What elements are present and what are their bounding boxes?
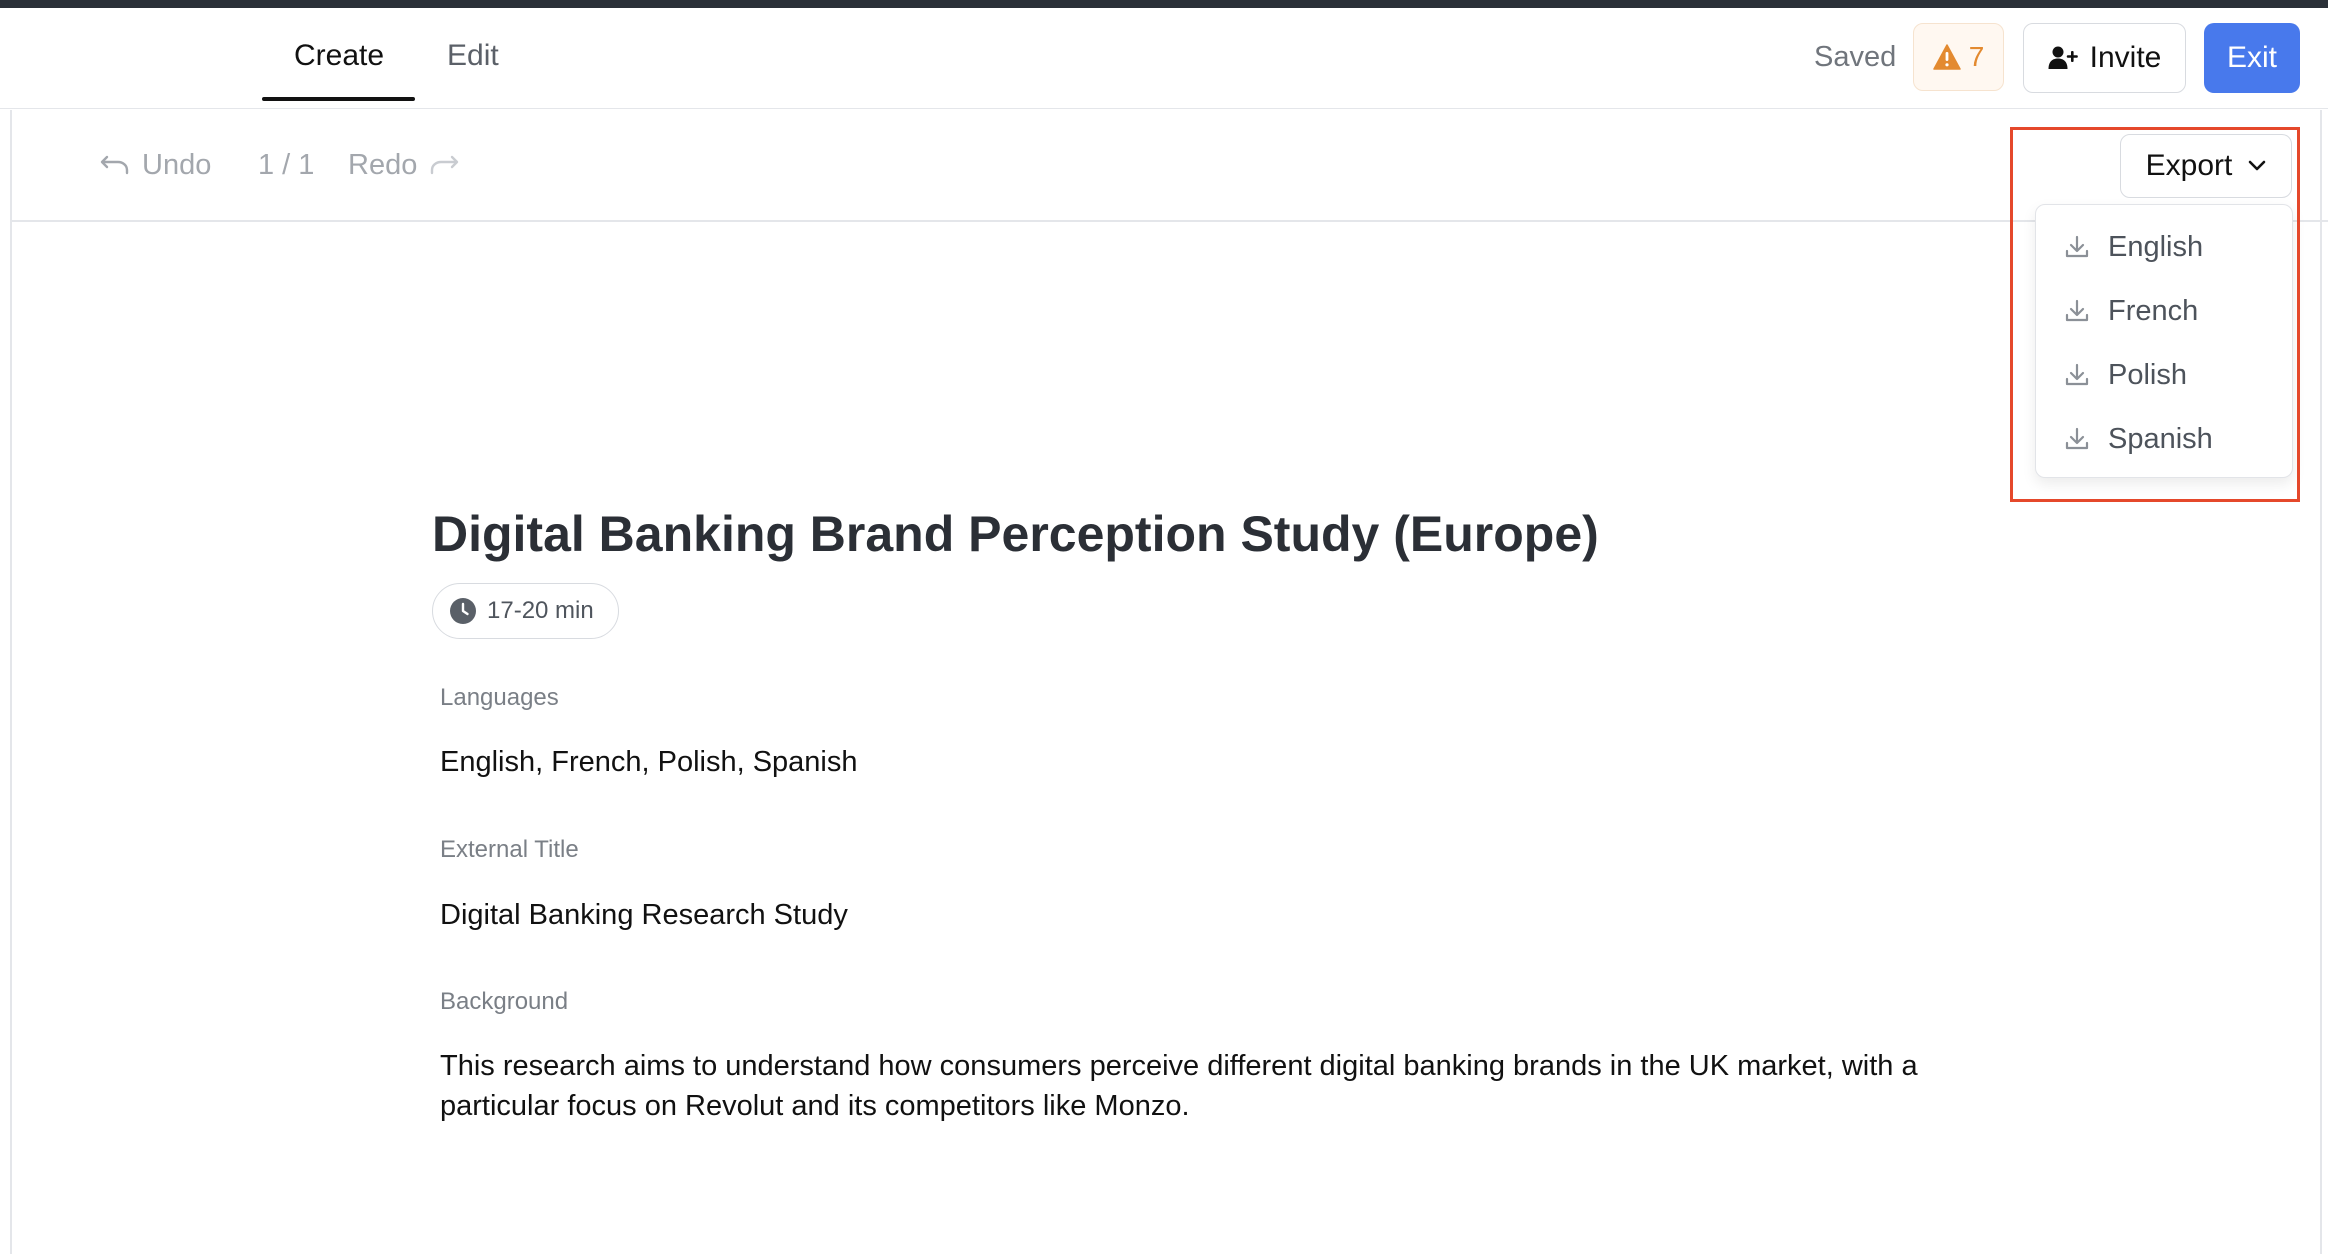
warnings-button[interactable]: 7 xyxy=(1913,23,2004,91)
add-user-icon xyxy=(2048,46,2078,69)
active-tab-indicator xyxy=(262,97,415,101)
tab-edit[interactable]: Edit xyxy=(447,30,499,82)
tab-create[interactable]: Create xyxy=(294,30,384,82)
duration-label: 17-20 min xyxy=(487,597,594,624)
languages-label: Languages xyxy=(440,684,559,711)
background-label: Background xyxy=(440,988,569,1015)
toolbar-divider xyxy=(10,220,2328,222)
external-title-label: External Title xyxy=(440,836,579,863)
content-right-border xyxy=(2320,110,2322,1254)
content-left-border xyxy=(10,110,12,1254)
warning-count: 7 xyxy=(1968,41,1985,72)
languages-value: English, French, Polish, Spanish xyxy=(440,746,858,778)
window-top-strip xyxy=(0,0,2328,8)
annotation-highlight-box xyxy=(2010,127,2300,502)
undo-label: Undo xyxy=(142,149,212,181)
redo-button[interactable]: Redo xyxy=(348,145,459,185)
page-title: Digital Banking Brand Perception Study (… xyxy=(432,506,1599,562)
redo-label: Redo xyxy=(348,149,418,181)
duration-badge: 17-20 min xyxy=(432,583,619,639)
invite-button[interactable]: Invite xyxy=(2023,23,2186,93)
save-status: Saved xyxy=(1814,41,1897,73)
redo-icon xyxy=(431,155,459,175)
history-position: 1 / 1 xyxy=(258,149,315,181)
warning-icon xyxy=(1932,44,1961,70)
undo-icon xyxy=(100,155,129,175)
background-value: This research aims to understand how con… xyxy=(440,1050,1918,1122)
clock-icon xyxy=(450,598,476,624)
invite-label: Invite xyxy=(2089,41,2162,74)
exit-button[interactable]: Exit xyxy=(2204,23,2300,93)
external-title-value: Digital Banking Research Study xyxy=(440,899,848,931)
undo-button[interactable]: Undo xyxy=(100,145,211,185)
